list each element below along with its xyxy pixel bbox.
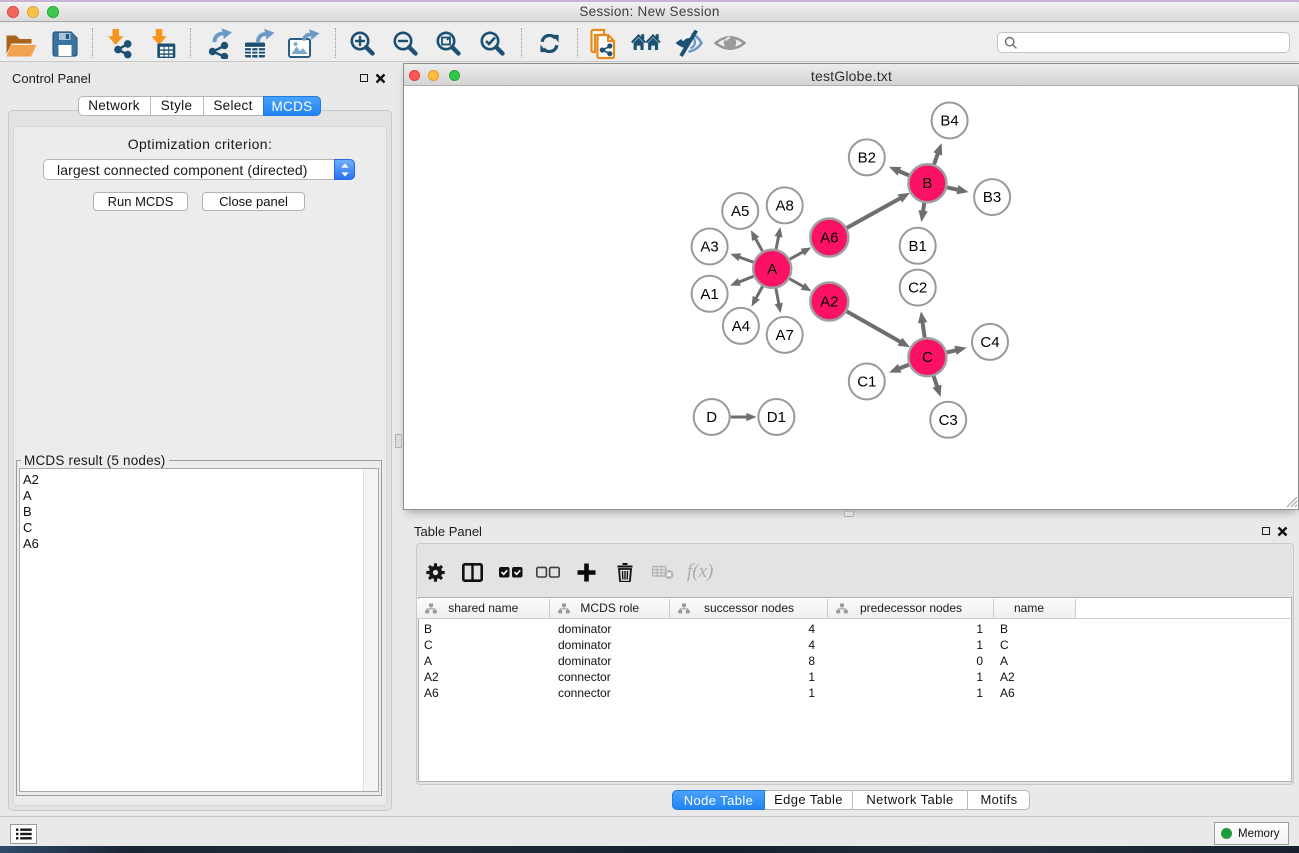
svg-text:A4: A4 — [732, 318, 750, 335]
svg-text:B: B — [922, 175, 932, 192]
svg-text:A5: A5 — [731, 203, 749, 220]
svg-text:A7: A7 — [776, 327, 794, 344]
svg-text:C4: C4 — [980, 334, 999, 351]
svg-text:C: C — [922, 349, 933, 366]
svg-text:A3: A3 — [700, 239, 718, 256]
svg-text:A1: A1 — [700, 286, 718, 303]
svg-text:D: D — [706, 409, 717, 426]
svg-text:B3: B3 — [983, 189, 1001, 206]
svg-text:A8: A8 — [776, 197, 794, 214]
svg-text:A: A — [767, 261, 777, 278]
svg-text:C2: C2 — [908, 280, 927, 297]
svg-text:B4: B4 — [940, 113, 958, 130]
svg-text:C3: C3 — [939, 412, 958, 429]
svg-text:B2: B2 — [858, 149, 876, 166]
svg-text:C1: C1 — [857, 374, 876, 391]
svg-text:B1: B1 — [909, 238, 927, 255]
svg-text:A6: A6 — [820, 230, 838, 247]
svg-text:D1: D1 — [767, 409, 786, 426]
svg-text:A2: A2 — [820, 294, 838, 311]
